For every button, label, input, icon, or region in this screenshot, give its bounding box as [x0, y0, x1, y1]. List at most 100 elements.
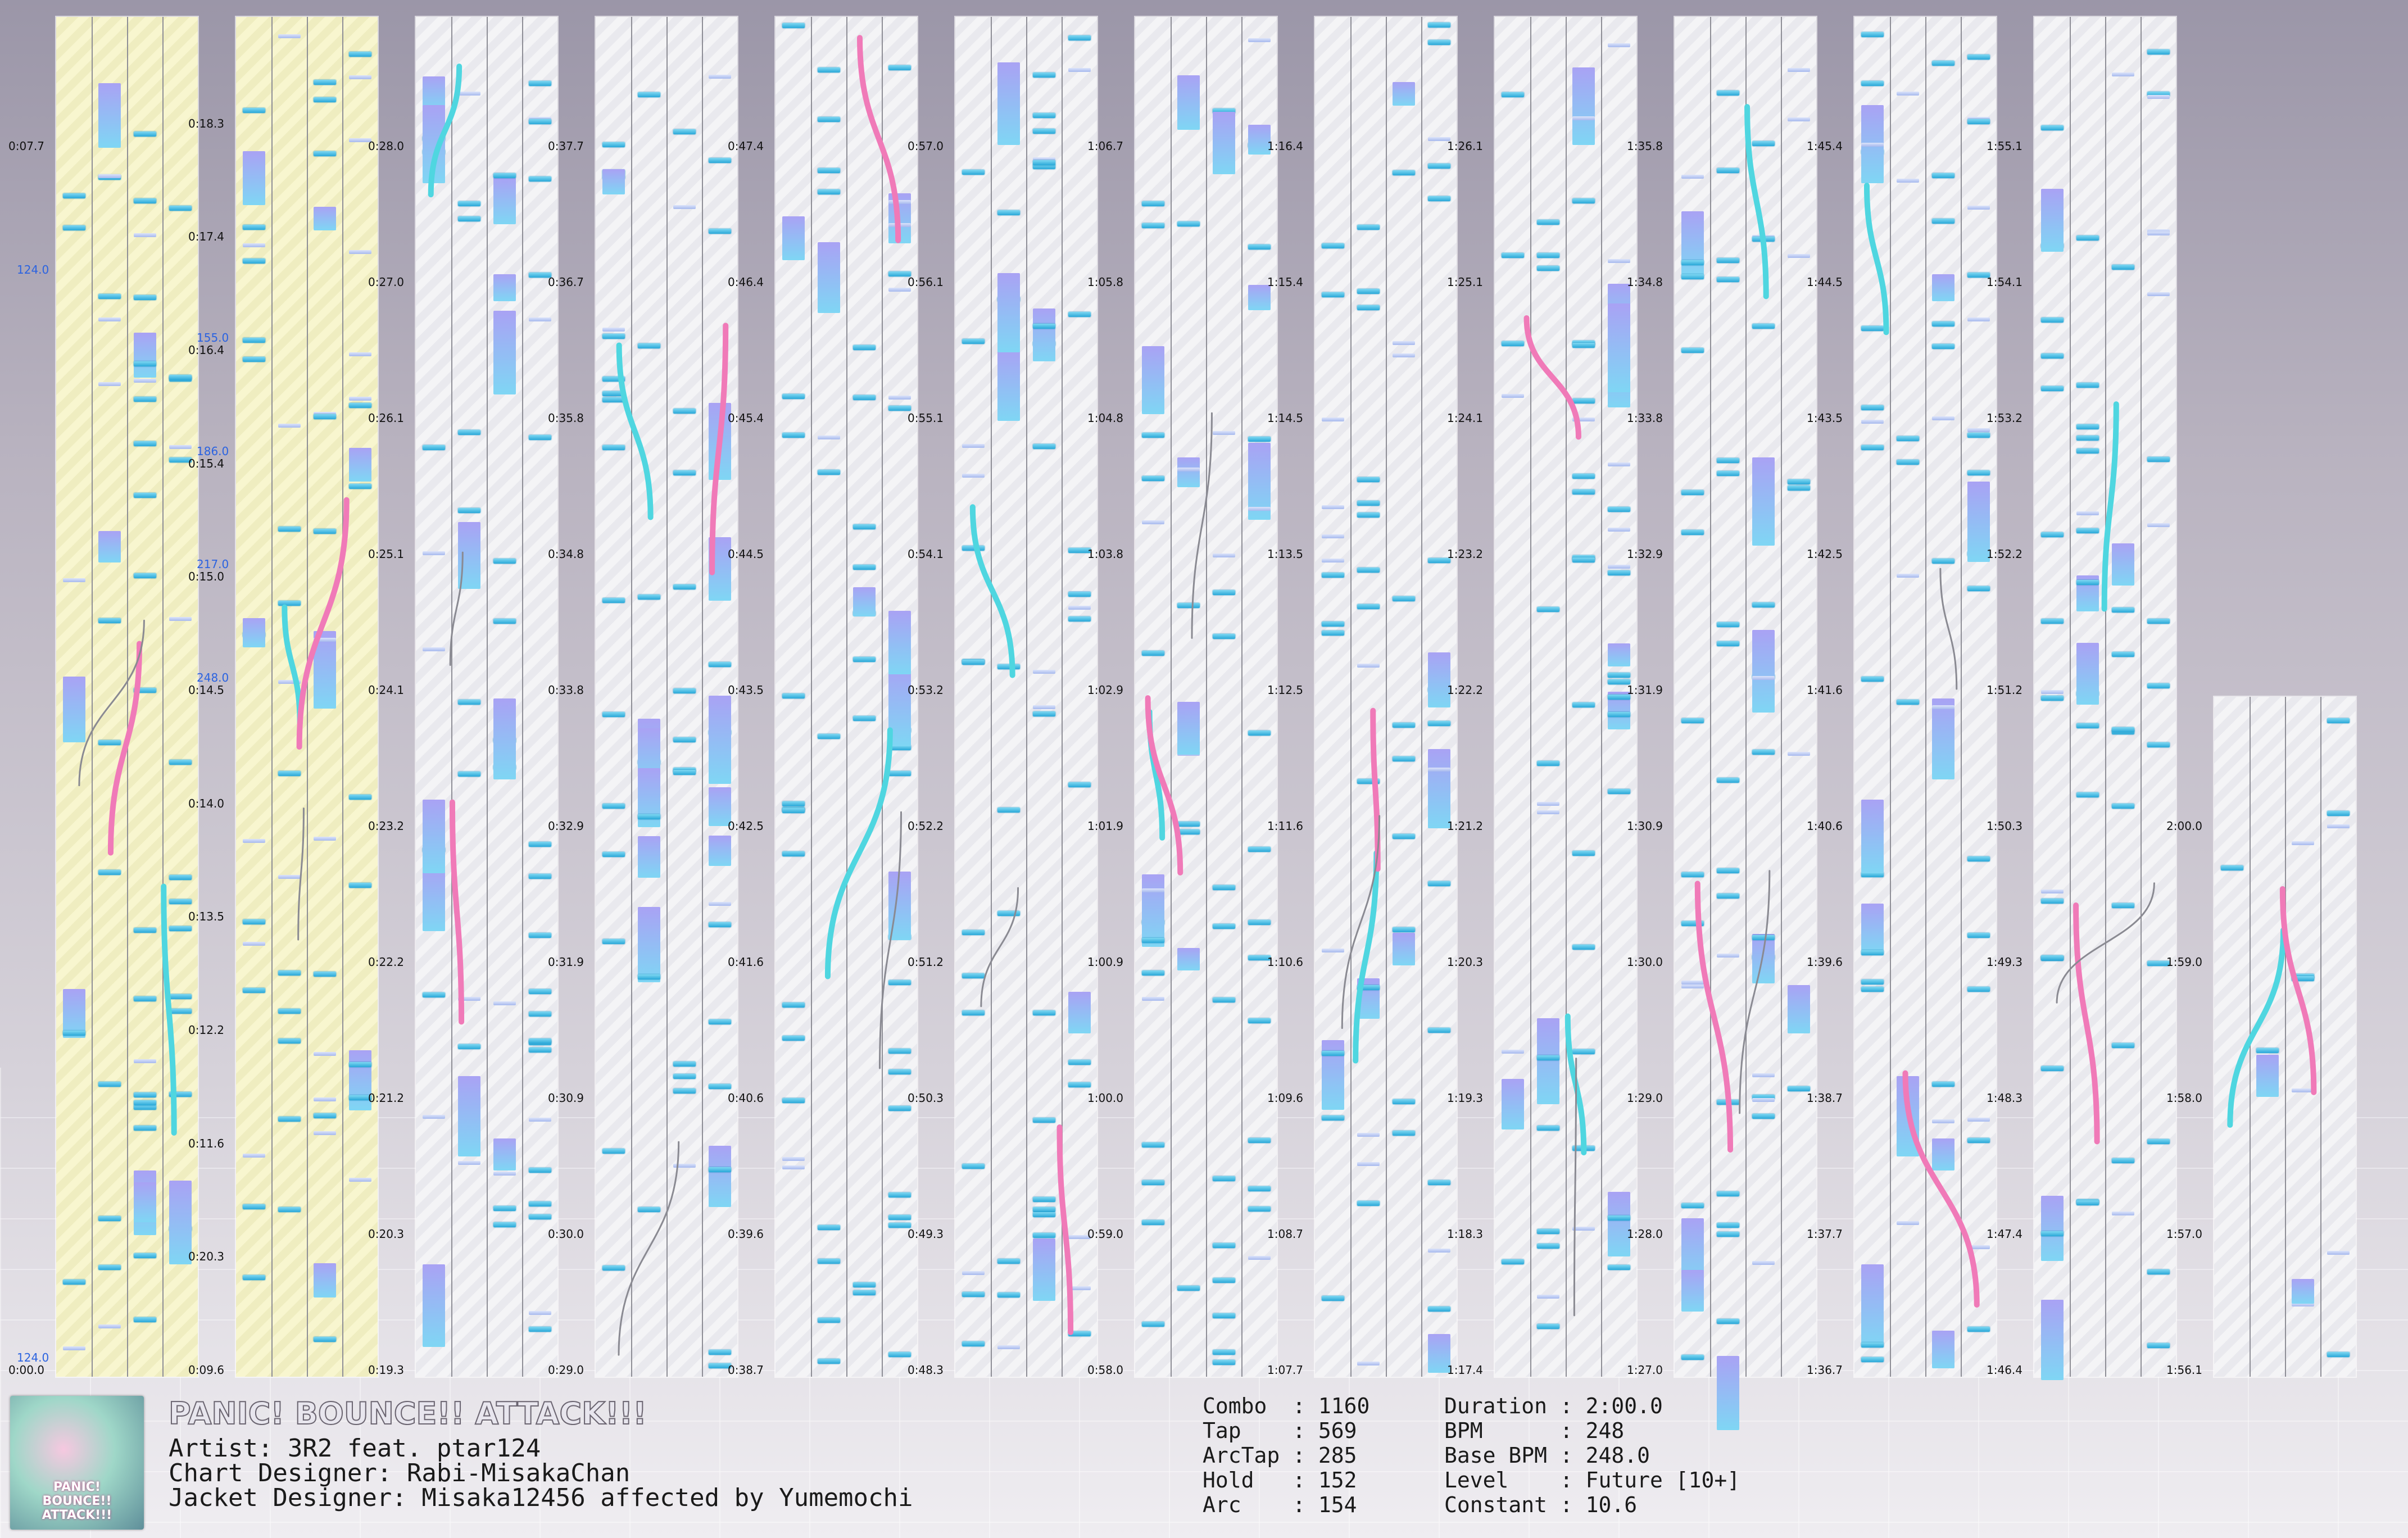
time-label: 0:19.3 — [368, 1363, 404, 1377]
time-label: 0:15.0 — [188, 570, 224, 584]
time-label: 1:05.8 — [1087, 275, 1123, 289]
arc-layer — [969, 504, 1074, 1335]
trace-arc — [878, 811, 903, 1069]
blue-arc — [282, 604, 303, 727]
time-label: 1:35.8 — [1627, 139, 1663, 153]
jacket-designer-line: Jacket Designer: Misaka12456 affected by… — [169, 1483, 913, 1512]
time-label: 0:20.3 — [188, 1250, 224, 1264]
time-label: 1:51.2 — [1987, 683, 2022, 697]
bpm-marker: 186.0 — [197, 444, 229, 458]
time-label: 0:34.8 — [548, 547, 584, 561]
blue-arc — [2101, 401, 2119, 612]
arc-layer — [2227, 886, 2317, 1128]
pink-arc — [1523, 315, 1581, 440]
blue-arc — [161, 883, 177, 1136]
time-label: 1:39.6 — [1807, 955, 1843, 969]
time-label: 0:50.3 — [908, 1091, 944, 1105]
chart-column — [1854, 17, 1996, 1377]
chart-column — [2214, 697, 2356, 1377]
blue-arc — [824, 727, 893, 979]
time-label: 0:15.4 — [188, 456, 224, 470]
time-label: 1:14.5 — [1267, 411, 1303, 425]
time-label: 0:27.0 — [368, 275, 404, 289]
time-label: 1:59.0 — [2166, 955, 2202, 969]
time-label: 1:52.2 — [1987, 547, 2022, 561]
time-label: 0:53.2 — [908, 683, 944, 697]
time-label: 1:30.9 — [1627, 819, 1663, 833]
time-label: 1:00.9 — [1087, 955, 1123, 969]
blue-arc — [1863, 183, 1889, 335]
time-label: 1:20.3 — [1447, 955, 1483, 969]
arc-layer — [428, 63, 465, 1025]
time-label: 0:46.4 — [728, 275, 764, 289]
time-label: 1:56.1 — [2166, 1363, 2202, 1377]
bpm-marker: 124.0 — [17, 1351, 49, 1364]
time-label: 1:53.2 — [1987, 411, 2022, 425]
time-label: 0:00.0 — [8, 1363, 44, 1377]
time-label: 1:41.6 — [1807, 683, 1843, 697]
time-label: 1:04.8 — [1087, 411, 1123, 425]
arc-layer — [1145, 412, 1213, 875]
time-label: 1:18.3 — [1447, 1227, 1483, 1241]
trace-arc — [297, 807, 305, 941]
time-label: 1:12.5 — [1267, 683, 1303, 697]
chart-column — [1135, 17, 1277, 1377]
time-label: 0:56.1 — [908, 275, 944, 289]
time-label: 0:29.0 — [548, 1363, 584, 1377]
time-label: 1:55.1 — [1987, 139, 2022, 153]
time-label: 1:09.6 — [1267, 1091, 1303, 1105]
time-label: 1:40.6 — [1807, 819, 1843, 833]
time-label: 1:54.1 — [1987, 275, 2022, 289]
chart-column — [1675, 17, 1816, 1431]
arc-layer — [1863, 183, 1980, 1308]
time-label: 1:38.7 — [1807, 1091, 1843, 1105]
time-label: 1:26.1 — [1447, 139, 1483, 153]
stat-bpm: BPM : 248 — [1444, 1418, 1625, 1443]
time-label: 0:32.9 — [548, 819, 584, 833]
arc-layer — [1694, 104, 1771, 1153]
pink-arc — [709, 323, 729, 575]
time-label: 0:39.6 — [728, 1227, 764, 1241]
stat-arc: Arc : 154 — [1203, 1492, 1357, 1517]
time-label: 1:03.8 — [1087, 547, 1123, 561]
time-label: 1:19.3 — [1447, 1091, 1483, 1105]
time-label: 0:11.6 — [188, 1136, 224, 1150]
time-label: 0:14.5 — [188, 683, 224, 697]
time-label: 1:27.0 — [1627, 1363, 1663, 1377]
chart-column — [776, 17, 917, 1377]
time-label: 0:30.0 — [548, 1227, 584, 1241]
chart-column — [56, 17, 198, 1377]
stat-level: Level : Future [10+] — [1444, 1468, 1740, 1492]
time-label: 0:49.3 — [908, 1227, 944, 1241]
time-label: 0:31.9 — [548, 955, 584, 969]
pink-arc — [2073, 902, 2100, 1145]
time-label: 0:52.2 — [908, 819, 944, 833]
time-label: 0:54.1 — [908, 547, 944, 561]
bpm-marker: 124.0 — [17, 263, 49, 276]
time-label: 1:13.5 — [1267, 547, 1303, 561]
trace-arc — [2056, 882, 2155, 1004]
time-label: 1:58.0 — [2166, 1091, 2202, 1105]
time-label: 0:59.0 — [1087, 1227, 1123, 1241]
time-label: 0:43.5 — [728, 683, 764, 697]
time-label: 0:58.0 — [1087, 1363, 1123, 1377]
pink-arc — [1370, 707, 1381, 872]
stat-combo: Combo : 1160 — [1203, 1394, 1370, 1418]
bpm-marker: 217.0 — [197, 557, 229, 571]
time-label: 0:37.7 — [548, 139, 584, 153]
time-label: 0:14.0 — [188, 796, 224, 810]
pink-arc — [1056, 1124, 1074, 1335]
time-label: 0:40.6 — [728, 1091, 764, 1105]
chart-column — [416, 17, 557, 1377]
time-label: 0:25.1 — [368, 547, 404, 561]
song-title: PANIC! BOUNCE!! ATTACK!!! — [168, 1395, 647, 1432]
time-label: 0:16.4 — [188, 343, 224, 357]
time-label: 0:33.8 — [548, 683, 584, 697]
time-label: 1:43.5 — [1807, 411, 1843, 425]
time-label: 0:13.5 — [188, 910, 224, 924]
arc-layer — [1341, 707, 1381, 1064]
arc-layer — [282, 497, 350, 941]
pink-arc — [1694, 881, 1734, 1153]
time-label: 0:07.7 — [8, 139, 44, 153]
pink-arc — [2279, 886, 2317, 1095]
